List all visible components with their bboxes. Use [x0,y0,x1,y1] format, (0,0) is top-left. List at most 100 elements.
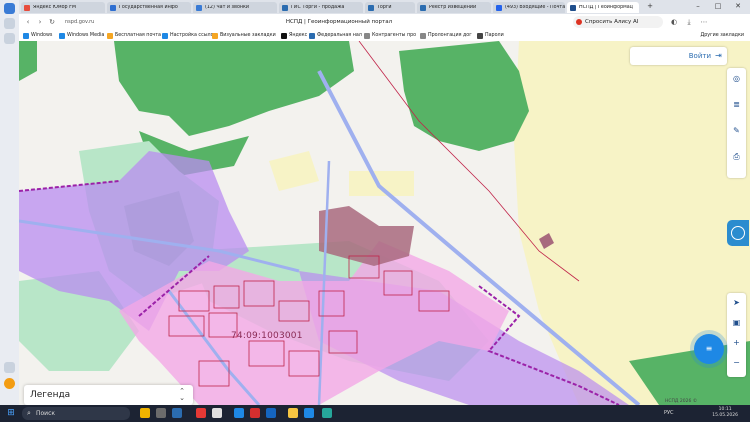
other-bookmarks[interactable]: Другие закладки [701,31,744,40]
login-icon: ⇥ [715,51,722,60]
task-app-icon[interactable] [234,408,244,418]
bookmark-label: Контрагенты про [372,33,417,38]
bookmark-icon [212,32,218,39]
task-app-icon[interactable] [196,408,206,418]
locate-icon[interactable]: ➤ [729,295,744,310]
map-tools-bottom: ➤ ▣ + − [727,293,746,377]
tab-label: ГИС Торги - продажа [291,5,345,10]
tab-5[interactable]: Реестр извещений [417,2,491,13]
bookmark-icon [420,32,426,39]
bookmark-icon [281,32,287,39]
bookmark-item[interactable]: Федеральная нал [309,31,362,40]
map-attribution: НСПД 2026 © [665,399,698,404]
zoom-out-icon[interactable]: − [729,355,744,370]
sidebar-alisa-icon[interactable] [4,378,15,389]
maximize-icon[interactable]: □ [711,1,725,12]
task-app-icon[interactable] [156,408,166,418]
browser-side-rail [0,0,20,405]
bookmark-label: Настройка ссылок [170,33,217,38]
tab-label: Торги [377,5,392,10]
bookmark-icon [23,32,29,39]
sidebar-bookmarks-icon[interactable] [4,18,15,29]
search-label: Поиск [36,410,56,417]
bookmark-icon [59,32,65,39]
bookmark-item[interactable]: Windows [23,31,52,40]
tab-label: Яндекс Юмор FM [33,5,76,10]
back-icon[interactable]: ‹ [23,17,33,27]
bookmark-item[interactable]: Настройка ссылок [162,31,216,40]
reload-icon[interactable]: ↻ [47,17,57,27]
windows-start-icon[interactable]: ⊞ [6,408,16,418]
tab-0[interactable]: Яндекс Юмор FM [21,2,105,13]
task-app-icon[interactable] [250,408,260,418]
tab-2[interactable]: (12) Чат и звонки [193,2,277,13]
task-app-icon[interactable] [322,408,332,418]
bookmark-item[interactable]: Windows Media [59,31,104,40]
bookmark-label: Федеральная нал [317,33,362,38]
tab-favicon-icon [24,4,30,11]
taskbar-search[interactable]: ⌕ Поиск [22,407,130,420]
new-tab-icon[interactable]: + [643,1,657,12]
shield-icon[interactable]: ◐ [669,17,679,27]
chevron-updown-icon[interactable]: ⌃ ⌄ [177,388,187,402]
tab-1[interactable]: Государственная инфо [107,2,191,13]
bookmark-item[interactable]: Бесплатная почта [107,31,161,40]
ask-alisa-label: Спросить Алису AI [585,19,639,25]
address-bar-row: ‹ › ↻ nspd.gov.ru НСПД | Геоинформационн… [19,14,750,31]
bookmark-label: Windows Media [67,33,105,38]
login-button[interactable]: Войти ⇥ [630,47,727,65]
forward-icon[interactable]: › [35,17,45,27]
map-tools-top: ◎ ≣ ✎ ⎙ [727,68,746,178]
bookmark-icon [477,32,483,39]
map-canvas[interactable]: 74:09:1003001 [19,41,750,405]
bookmark-item[interactable]: Пролонгация дог [420,31,472,40]
tab-6[interactable]: (493) Входящие - Почта [493,2,565,13]
bookmark-item[interactable]: Контрагенты про [364,31,416,40]
layers-icon[interactable]: ≣ [729,97,744,112]
geo-service-icon [731,226,745,240]
legend-label: Легенда [30,390,71,400]
layout-icon[interactable]: ▣ [729,315,744,330]
tab-7-active[interactable]: НСПД | Геоинформац [567,2,639,13]
task-app-icon[interactable] [288,408,298,418]
bookmark-item[interactable]: Яндекс [281,31,307,40]
alisa-icon [576,19,582,25]
task-app-icon[interactable] [304,408,314,418]
tab-4[interactable]: Торги [365,2,415,13]
language-indicator[interactable]: РУС [664,406,674,421]
chat-button[interactable]: ≡ [694,334,724,364]
print-icon[interactable]: ⎙ [729,149,744,164]
map-layers [19,41,750,405]
extensions-icon[interactable]: ⋯ [699,17,709,27]
search-icon: ⌕ [27,409,31,417]
tab-label: (493) Входящие - Почта [505,5,565,10]
task-app-icon[interactable] [140,408,150,418]
downloads-icon[interactable]: ⤓ [684,17,694,27]
browser-logo-icon[interactable] [4,3,15,14]
ruler-icon[interactable]: ✎ [729,123,744,138]
task-app-icon[interactable] [172,408,182,418]
taskbar: ⊞ ⌕ Поиск РУС 10:11 15.05.2026 [0,405,750,422]
ask-alisa-button[interactable]: Спросить Алису AI [573,16,663,28]
bookmark-label: Визуальные закладки [220,33,276,38]
task-app-icon[interactable] [266,408,276,418]
globe-icon[interactable]: ◎ [729,71,744,86]
clock[interactable]: 10:11 15.05.2026 [712,407,738,419]
tab-strip: Яндекс Юмор FM Государственная инфо (12)… [19,0,750,14]
bookmark-item[interactable]: Визуальные закладки [212,31,276,40]
bookmark-item[interactable]: Пароли [477,31,504,40]
minimize-icon[interactable]: – [691,1,705,12]
farmland-area [349,171,414,196]
legend-panel[interactable]: Легенда ⌃ ⌄ [24,385,193,405]
tab-label: (12) Чат и звонки [205,5,250,10]
sidebar-history-icon[interactable] [4,33,15,44]
task-app-icon[interactable] [212,408,222,418]
close-icon[interactable]: ✕ [731,1,745,12]
sidebar-add-icon[interactable] [4,362,15,373]
tab-3[interactable]: ГИС Торги - продажа [279,2,363,13]
bookmark-label: Пароли [485,33,504,38]
tab-favicon-icon [110,4,116,11]
zoom-in-icon[interactable]: + [729,335,744,350]
url-field[interactable]: nspd.gov.ru [65,17,175,27]
geo-service-badge[interactable] [727,220,749,246]
